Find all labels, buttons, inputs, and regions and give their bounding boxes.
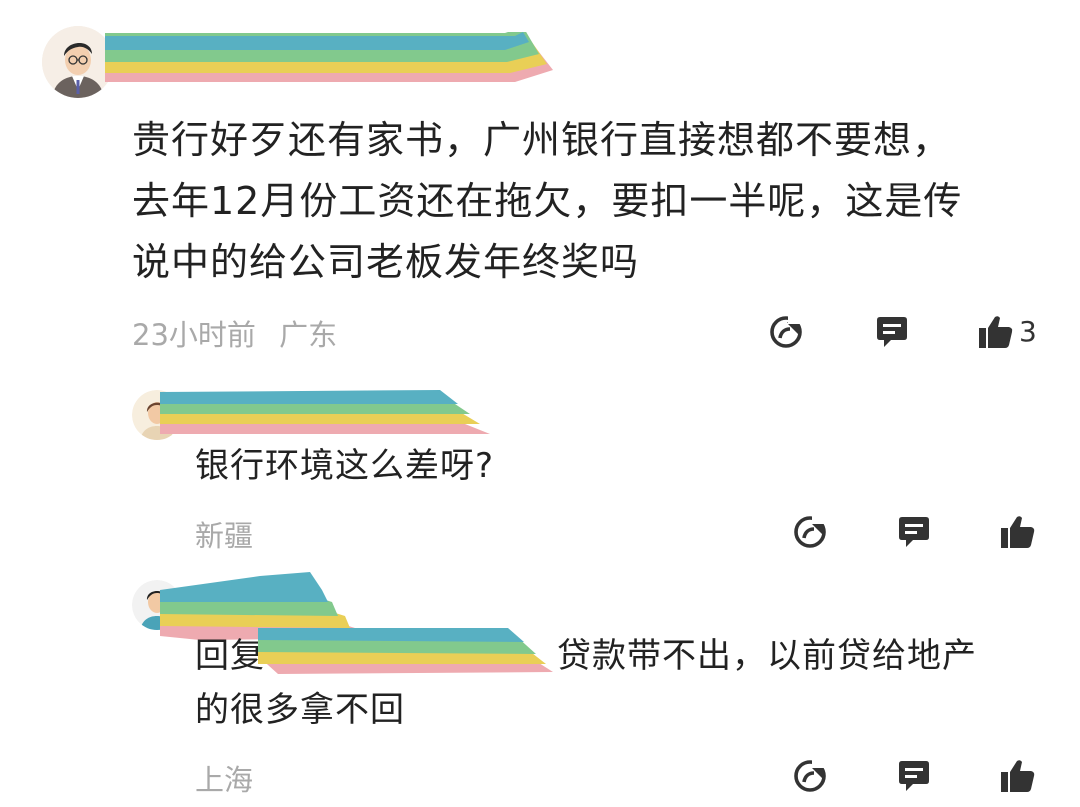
thumbs-up-icon	[1001, 516, 1035, 548]
share-button[interactable]	[790, 756, 830, 796]
comment-text-line: 去年12月份工资还在拖欠，要扣一半呢，这是传	[132, 179, 963, 223]
redaction-stripe	[258, 628, 553, 674]
thumbs-up-icon	[1001, 760, 1035, 792]
reply-location: 上海	[195, 763, 254, 797]
comment-icon	[899, 761, 929, 791]
share-button[interactable]	[766, 312, 806, 352]
comment-text: 贵行好歹还有家书，广州银行直接想都不要想， 去年12月份工资还在拖欠，要扣一半呢…	[132, 110, 1052, 293]
reply-button[interactable]	[894, 512, 934, 552]
thumbs-up-icon	[979, 316, 1013, 348]
redaction-stripe	[160, 390, 490, 434]
reply-prefix: 回复	[195, 636, 265, 676]
avatar[interactable]	[42, 26, 114, 98]
reply-text: 的很多拿不回	[195, 690, 405, 730]
like-button[interactable]	[998, 512, 1038, 552]
like-button[interactable]	[976, 312, 1016, 352]
comment-text-line: 说中的给公司老板发年终奖吗	[132, 240, 640, 284]
comment-icon	[877, 317, 907, 347]
share-icon	[794, 516, 826, 548]
reply-location: 新疆	[195, 519, 254, 553]
comment-meta: 23小时前 广东	[132, 312, 337, 354]
reply-button[interactable]	[894, 756, 934, 796]
share-icon	[794, 760, 826, 792]
share-button[interactable]	[790, 512, 830, 552]
comment-location: 广东	[279, 318, 338, 352]
comment-icon	[899, 517, 929, 547]
share-icon	[770, 316, 802, 348]
redaction-stripe	[105, 32, 553, 82]
like-count: 3	[1019, 315, 1037, 348]
reply-button[interactable]	[872, 312, 912, 352]
like-button[interactable]	[998, 756, 1038, 796]
comment-text-line: 贵行好歹还有家书，广州银行直接想都不要想，	[132, 118, 952, 162]
comment-time: 23小时前	[132, 318, 256, 352]
reply-text: 银行环境这么差呀?	[195, 446, 495, 486]
reply-text: 贷款带不出，以前贷给地产	[557, 636, 977, 676]
